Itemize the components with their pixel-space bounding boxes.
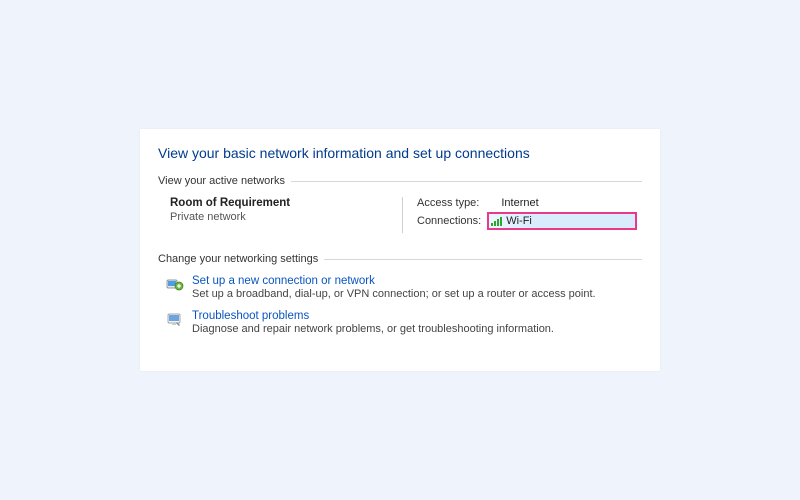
setup-connection-icon — [166, 276, 184, 294]
access-type-label: Access type: — [417, 197, 479, 209]
change-settings-title: Change your networking settings — [158, 253, 324, 265]
divider — [324, 259, 642, 260]
group-header-row: View your active networks — [158, 175, 642, 187]
page-title: View your basic network information and … — [158, 145, 642, 161]
active-networks-body: Room of Requirement Private network Acce… — [158, 197, 642, 239]
network-details: Access type: Internet Connections: Wi-Fi — [402, 197, 638, 233]
access-type-value: Internet — [501, 197, 538, 209]
troubleshoot-icon — [166, 311, 184, 329]
group-header-row: Change your networking settings — [158, 253, 642, 265]
active-networks-title: View your active networks — [158, 175, 291, 187]
troubleshoot-text: Troubleshoot problems Diagnose and repai… — [192, 310, 554, 335]
network-name: Room of Requirement — [170, 197, 402, 209]
active-networks-group: View your active networks Room of Requir… — [158, 175, 642, 239]
divider — [291, 181, 642, 182]
wifi-connection-link[interactable]: Wi-Fi — [487, 212, 637, 230]
setup-connection-text: Set up a new connection or network Set u… — [192, 275, 596, 300]
network-identity: Room of Requirement Private network — [166, 197, 402, 233]
network-sharing-panel: View your basic network information and … — [140, 129, 660, 371]
troubleshoot-item: Troubleshoot problems Diagnose and repai… — [166, 310, 642, 335]
connections-row: Connections: Wi-Fi — [417, 212, 638, 230]
change-settings-group: Change your networking settings Set up a… — [158, 253, 642, 335]
wifi-connection-name: Wi-Fi — [506, 215, 532, 227]
access-type-row: Access type: Internet — [417, 197, 638, 209]
troubleshoot-link[interactable]: Troubleshoot problems — [192, 310, 554, 322]
wifi-signal-icon — [491, 216, 502, 226]
network-profile: Private network — [170, 211, 402, 223]
setup-connection-desc: Set up a broadband, dial-up, or VPN conn… — [192, 288, 596, 300]
setup-connection-item: Set up a new connection or network Set u… — [166, 275, 642, 300]
connections-label: Connections: — [417, 215, 481, 227]
troubleshoot-desc: Diagnose and repair network problems, or… — [192, 323, 554, 335]
setup-connection-link[interactable]: Set up a new connection or network — [192, 275, 596, 287]
